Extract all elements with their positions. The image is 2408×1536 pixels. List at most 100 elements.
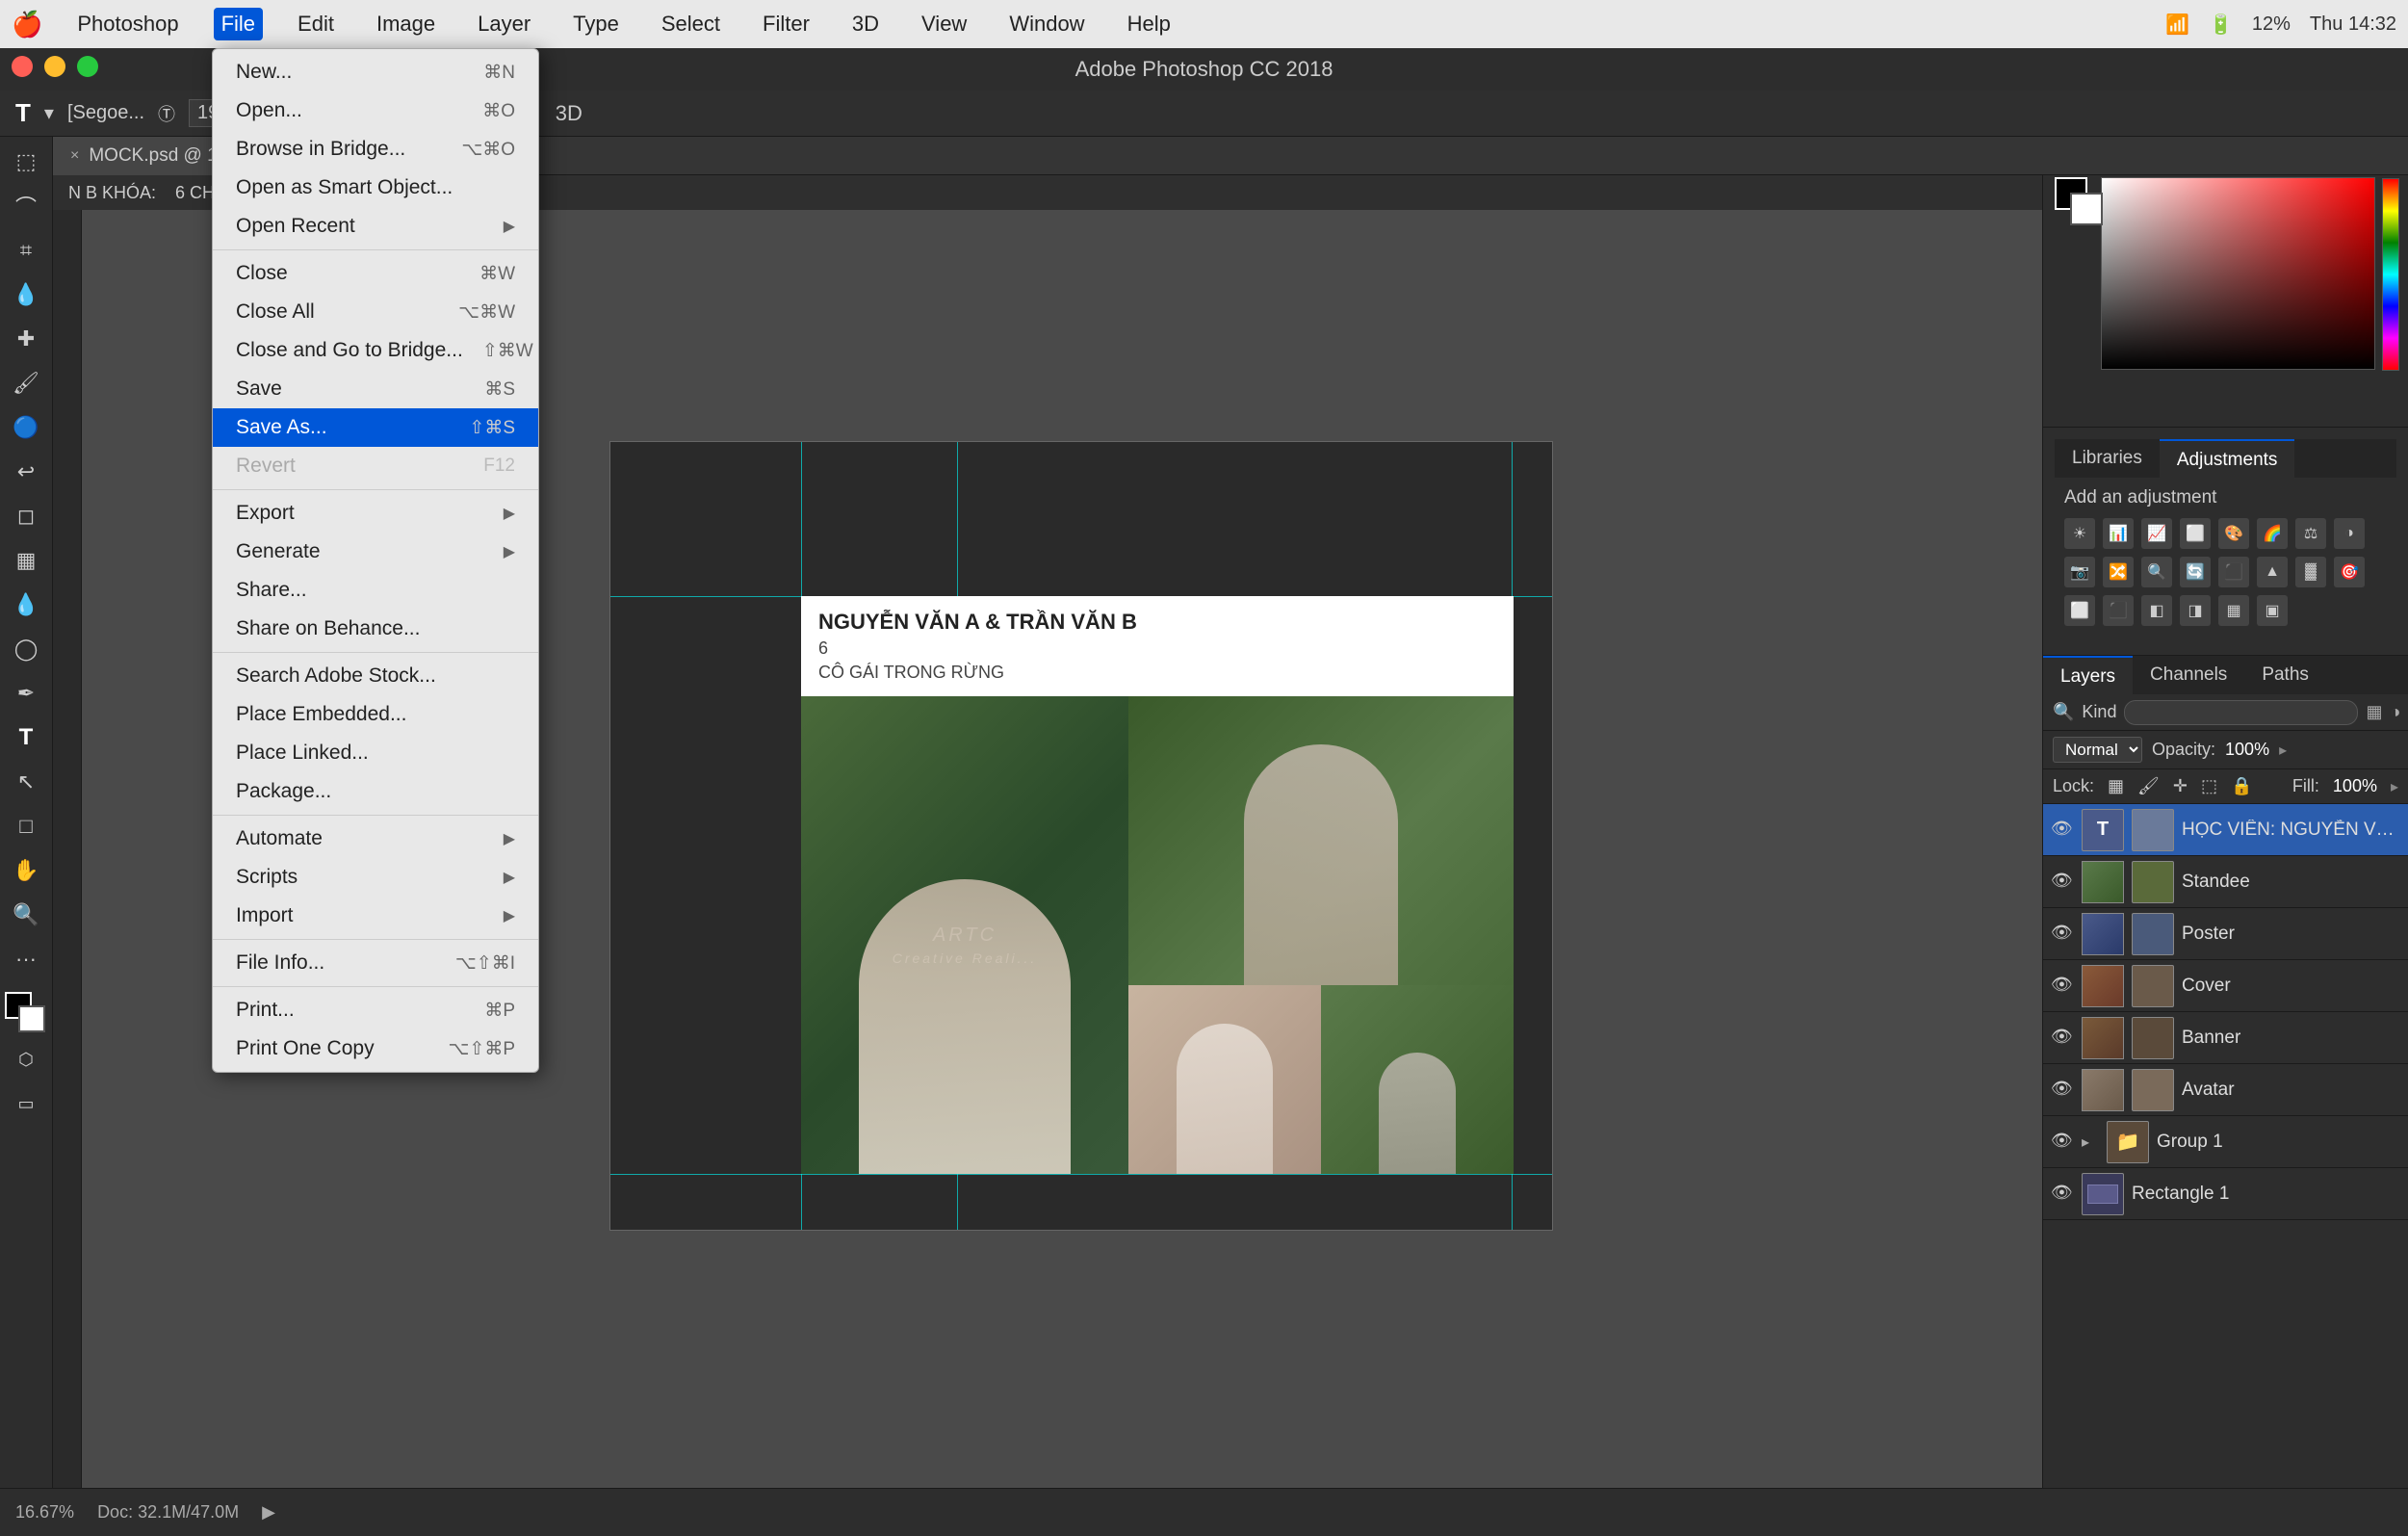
layer-item-avatar[interactable]: 👁 Avatar <box>2043 1064 2408 1116</box>
menu-item-open-smart[interactable]: Open as Smart Object... <box>213 169 538 207</box>
filter-icon-pixel[interactable]: ▦ <box>2366 702 2382 722</box>
menu-item-new[interactable]: New... ⌘N <box>213 53 538 91</box>
menu-item-generate[interactable]: Generate ▶ <box>213 533 538 571</box>
invert-adj-icon[interactable]: 🔄 <box>2180 557 2211 587</box>
lock-transparent-icon[interactable]: ▦ <box>2108 776 2124 796</box>
opacity-value[interactable]: 100% <box>2225 740 2269 760</box>
adj-icon-13[interactable]: ▦ <box>2218 595 2249 626</box>
menu-item-print-one[interactable]: Print One Copy ⌥⇧⌘P <box>213 1029 538 1068</box>
layer-item-poster[interactable]: 👁 Poster <box>2043 908 2408 960</box>
window-maximize-button[interactable] <box>77 56 98 77</box>
tab-libraries[interactable]: Libraries <box>2055 439 2160 478</box>
vibrance-adj-icon[interactable]: 🎨 <box>2218 518 2249 549</box>
lock-position-icon[interactable]: ✛ <box>2173 776 2188 796</box>
stamp-tool[interactable]: 🔵 <box>7 408 45 447</box>
layer-visibility-hoc-vien[interactable]: 👁 <box>2051 819 2074 842</box>
adj-icon-9[interactable]: ⬜ <box>2064 595 2095 626</box>
dodge-tool[interactable]: ◯ <box>7 630 45 668</box>
window-minimize-button[interactable] <box>44 56 65 77</box>
gradient-tool[interactable]: ▦ <box>7 541 45 580</box>
window-close-button[interactable] <box>12 56 33 77</box>
zoom-tool[interactable]: 🔍 <box>7 896 45 934</box>
tab-paths[interactable]: Paths <box>2244 656 2326 694</box>
expand-fill-icon[interactable]: ▸ <box>2391 777 2398 796</box>
menu-filter[interactable]: Filter <box>755 8 817 40</box>
path-selection[interactable]: ↖ <box>7 763 45 801</box>
adj-icon-10[interactable]: ⬛ <box>2103 595 2134 626</box>
blur-tool[interactable]: 💧 <box>7 586 45 624</box>
menu-item-file-info[interactable]: File Info... ⌥⇧⌘I <box>213 944 538 982</box>
layer-visibility-banner[interactable]: 👁 <box>2051 1027 2074 1050</box>
expand-opacity-icon[interactable]: ▸ <box>2279 741 2287 760</box>
layer-visibility-poster[interactable]: 👁 <box>2051 923 2074 946</box>
menu-file[interactable]: File <box>214 8 263 40</box>
menu-item-scripts[interactable]: Scripts ▶ <box>213 858 538 897</box>
quick-mask-tool[interactable]: ⬡ <box>7 1040 45 1079</box>
pen-tool[interactable]: ✒ <box>7 674 45 713</box>
screen-mode[interactable]: ▭ <box>7 1084 45 1123</box>
menu-item-import[interactable]: Import ▶ <box>213 897 538 935</box>
healing-tool[interactable]: ✚ <box>7 320 45 358</box>
tab-channels[interactable]: Channels <box>2133 656 2244 694</box>
crop-tool[interactable]: ⌗ <box>7 231 45 270</box>
menu-type[interactable]: Type <box>565 8 627 40</box>
layer-item-hoc-vien[interactable]: 👁 T HỌC VIÊN: NGUYỄN VĂ... <box>2043 804 2408 856</box>
color-gradient-picker[interactable] <box>2101 177 2375 370</box>
menu-layer[interactable]: Layer <box>470 8 538 40</box>
brush-tool[interactable]: 🖌 <box>7 364 45 403</box>
menu-item-close-bridge[interactable]: Close and Go to Bridge... ⇧⌘W <box>213 331 538 370</box>
exposure-adj-icon[interactable]: ⬜ <box>2180 518 2211 549</box>
menu-view[interactable]: View <box>914 8 974 40</box>
lock-all-icon[interactable]: 🔒 <box>2231 776 2252 796</box>
lock-pixels-icon[interactable]: 🖌 <box>2137 776 2160 796</box>
menu-edit[interactable]: Edit <box>290 8 342 40</box>
adj-icon-14[interactable]: ▣ <box>2257 595 2288 626</box>
menu-photoshop[interactable]: Photoshop <box>69 8 186 40</box>
lasso-tool[interactable]: ⌒ <box>7 187 45 225</box>
menu-item-automate[interactable]: Automate ▶ <box>213 820 538 858</box>
menu-item-package[interactable]: Package... <box>213 772 538 811</box>
layer-item-standee[interactable]: 👁 Standee <box>2043 856 2408 908</box>
layer-item-cover[interactable]: 👁 Cover <box>2043 960 2408 1012</box>
menu-item-place-embedded[interactable]: Place Embedded... <box>213 695 538 734</box>
colorbalance-adj-icon[interactable]: ⚖ <box>2295 518 2326 549</box>
adj-icon-12[interactable]: ◨ <box>2180 595 2211 626</box>
layer-visibility-cover[interactable]: 👁 <box>2051 975 2074 998</box>
layer-expand-group1[interactable]: ▸ <box>2082 1132 2099 1152</box>
selective-color-adj-icon[interactable]: 🎯 <box>2334 557 2365 587</box>
fill-value[interactable]: 100% <box>2333 776 2377 796</box>
color-lookup-adj-icon[interactable]: 🔍 <box>2141 557 2172 587</box>
color-swatches[interactable] <box>5 992 47 1034</box>
photo-filter-adj-icon[interactable]: 📷 <box>2064 557 2095 587</box>
menu-item-share-behance[interactable]: Share on Behance... <box>213 610 538 648</box>
hue-strip[interactable] <box>2382 178 2399 371</box>
gradient-map-adj-icon[interactable]: ▓ <box>2295 557 2326 587</box>
eraser-tool[interactable]: ◻ <box>7 497 45 535</box>
curves-adj-icon[interactable]: 📈 <box>2141 518 2172 549</box>
layer-visibility-standee[interactable]: 👁 <box>2051 871 2074 894</box>
3d-icon[interactable]: 3D <box>556 101 583 126</box>
type-tool[interactable]: T <box>7 718 45 757</box>
menu-item-open[interactable]: Open... ⌘O <box>213 91 538 130</box>
levels-adj-icon[interactable]: 📊 <box>2103 518 2134 549</box>
extras-tool[interactable]: ··· <box>7 940 45 978</box>
menu-item-search-stock[interactable]: Search Adobe Stock... <box>213 657 538 695</box>
channel-mixer-adj-icon[interactable]: 🔀 <box>2103 557 2134 587</box>
brightness-adj-icon[interactable]: ☀ <box>2064 518 2095 549</box>
font-family[interactable]: [Segoe... <box>67 102 144 124</box>
layer-item-rectangle1[interactable]: 👁 Rectangle 1 <box>2043 1168 2408 1220</box>
layer-visibility-avatar[interactable]: 👁 <box>2051 1079 2074 1102</box>
menu-item-export[interactable]: Export ▶ <box>213 494 538 533</box>
bw-adj-icon[interactable]: ◑ <box>2334 518 2365 549</box>
filter-icon-adjust[interactable]: ◑ <box>2390 702 2400 722</box>
layer-visibility-group1[interactable]: 👁 <box>2051 1131 2074 1154</box>
menu-item-close-all[interactable]: Close All ⌥⌘W <box>213 293 538 331</box>
adj-icon-11[interactable]: ◧ <box>2141 595 2172 626</box>
blend-mode-select[interactable]: Normal <box>2053 737 2142 763</box>
menu-select[interactable]: Select <box>654 8 728 40</box>
menu-item-browse[interactable]: Browse in Bridge... ⌥⌘O <box>213 130 538 169</box>
menu-item-print[interactable]: Print... ⌘P <box>213 991 538 1029</box>
tab-close-icon[interactable]: × <box>70 137 79 175</box>
menu-window[interactable]: Window <box>1001 8 1092 40</box>
menu-help[interactable]: Help <box>1120 8 1178 40</box>
